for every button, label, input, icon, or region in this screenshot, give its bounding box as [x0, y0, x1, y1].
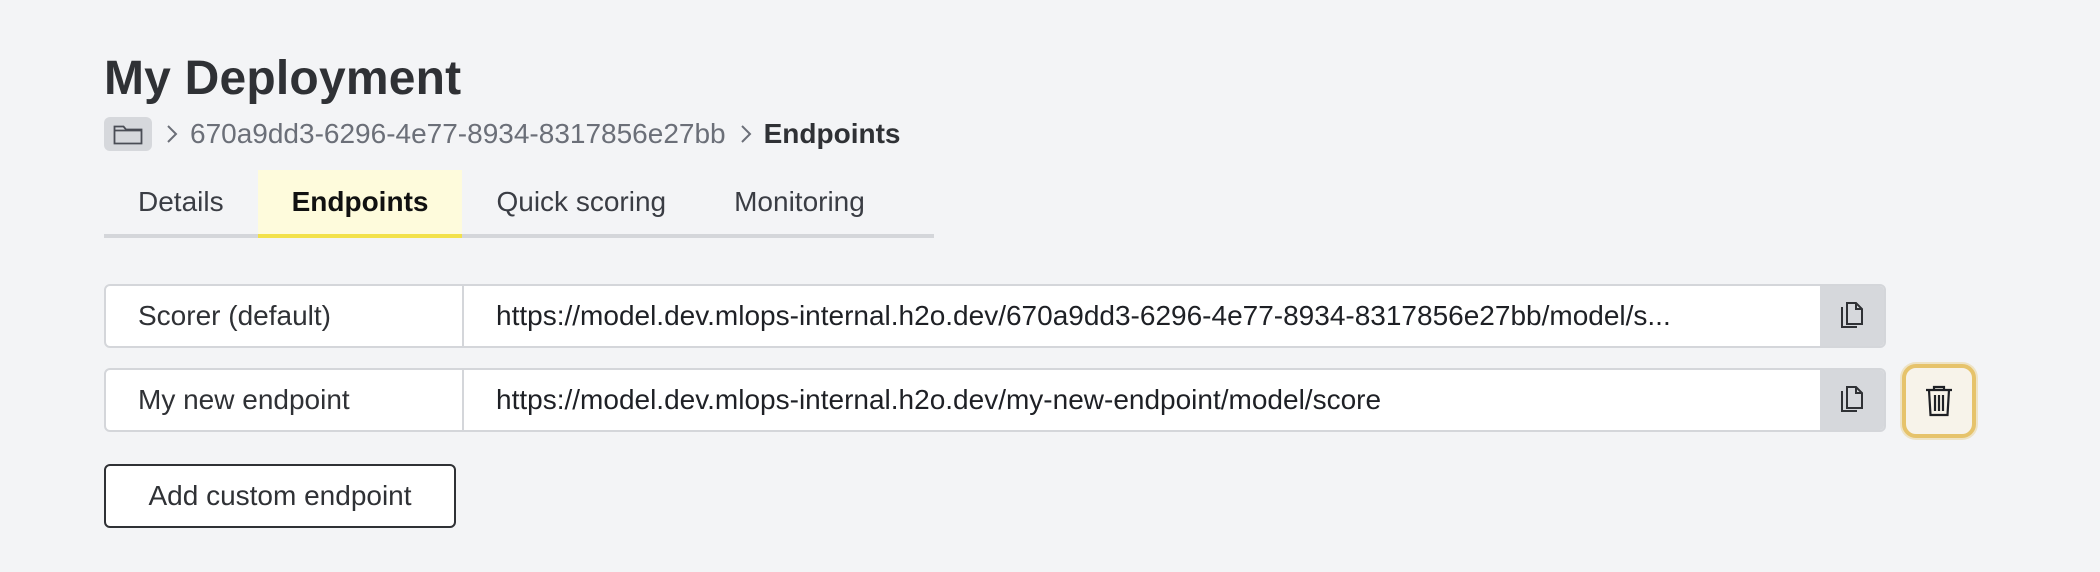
tab-endpoints[interactable]: Endpoints [257, 170, 463, 238]
endpoint-url-text: https://model.dev.mlops-internal.h2o.dev… [496, 300, 1671, 331]
endpoint-name: Scorer (default) [106, 286, 464, 346]
endpoint-url[interactable]: https://model.dev.mlops-internal.h2o.dev… [464, 370, 1820, 430]
copy-url-button[interactable] [1820, 286, 1884, 346]
tab-quick-scoring[interactable]: Quick scoring [462, 170, 700, 234]
breadcrumb: 670a9dd3-6296-4e77-8934-8317856e27bb End… [104, 116, 900, 152]
page-title: My Deployment [104, 52, 462, 105]
tab-details[interactable]: Details [104, 170, 258, 234]
breadcrumb-current: Endpoints [763, 118, 901, 149]
tab-bar: Details Endpoints Quick scoring Monitori… [104, 170, 934, 238]
breadcrumb-deployment-id[interactable]: 670a9dd3-6296-4e77-8934-8317856e27bb [190, 117, 726, 151]
chevron-right-icon [166, 124, 178, 144]
endpoint-row-custom: My new endpoint https://model.dev.mlops-… [104, 368, 1886, 432]
copy-icon [1841, 302, 1863, 328]
endpoint-url-text: https://model.dev.mlops-internal.h2o.dev… [496, 384, 1382, 415]
add-custom-endpoint-button[interactable]: Add custom endpoint [104, 464, 456, 528]
endpoint-name: My new endpoint [106, 370, 464, 430]
tab-monitoring[interactable]: Monitoring [700, 170, 899, 234]
copy-icon [1841, 386, 1863, 412]
endpoint-url[interactable]: https://model.dev.mlops-internal.h2o.dev… [464, 286, 1820, 346]
copy-url-button[interactable] [1820, 370, 1884, 430]
endpoint-row-default: Scorer (default) https://model.dev.mlops… [104, 284, 1886, 348]
deployment-page: My Deployment 670a9dd3-6296-4e77-8934-83… [0, 0, 2100, 572]
chevron-right-icon [740, 124, 752, 144]
delete-endpoint-button[interactable] [1902, 364, 1976, 438]
folder-icon[interactable] [104, 117, 152, 151]
trash-icon [1926, 385, 1952, 417]
